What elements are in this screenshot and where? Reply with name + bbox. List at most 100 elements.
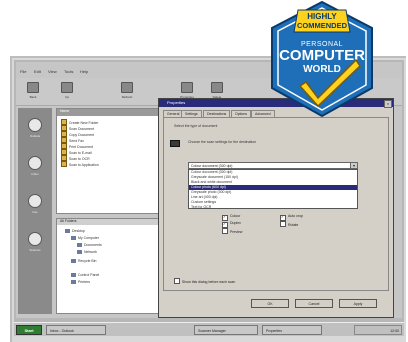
list-item[interactable]: Copy Document <box>61 131 94 137</box>
tree-item[interactable]: Control Panel <box>71 273 99 278</box>
checkbox-label: Preview <box>230 230 243 234</box>
network-icon <box>77 250 82 254</box>
list-item[interactable]: Create New Folder <box>61 119 98 125</box>
taskbar-item[interactable]: Scanner Manager <box>194 325 258 335</box>
computer-icon <box>71 236 76 240</box>
document-type-dropdown: Colour document (300 dpi) Greyscale docu… <box>188 169 358 209</box>
scene: File Edit View Tools Help Back Up Refres… <box>0 0 408 342</box>
shortcut-label: Inbox <box>31 172 39 176</box>
tree-item-label: Recycle Bin <box>78 259 97 263</box>
tree-item[interactable]: Network <box>77 250 97 255</box>
menu-tools[interactable]: Tools <box>64 69 73 74</box>
badge-line4: COMPUTER <box>279 47 365 64</box>
apply-button[interactable]: Apply <box>339 299 377 308</box>
inbox-icon <box>28 156 42 170</box>
menu-edit[interactable]: Edit <box>34 69 41 74</box>
checkbox-colour[interactable]: ✓ Colour <box>222 214 240 221</box>
type-label: Select the type of document <box>174 124 218 128</box>
checkbox-label: Rotate <box>288 223 299 227</box>
tree-item-label: Documents <box>84 243 102 247</box>
ok-button[interactable]: OK <box>251 299 289 308</box>
taskbar: Start Inbox - Outlook Scanner Manager Pr… <box>14 322 404 336</box>
item-list-pane: Name Create New Folder Scan Document Cop… <box>56 108 168 214</box>
recycle-bin-icon <box>71 259 76 263</box>
properties-dialog: Properties × General Settings Destinatio… <box>158 98 394 318</box>
tree-header: All Folders <box>57 219 167 225</box>
shortcut-outlook[interactable]: Outlook <box>24 116 46 146</box>
list-item[interactable]: Print Document <box>61 143 93 149</box>
checkbox-auto-crop[interactable]: ✓ Auto crop <box>280 214 303 221</box>
close-icon[interactable]: × <box>384 100 392 108</box>
toolbar-label: Back <box>29 95 37 99</box>
tree-item[interactable]: Recycle Bin <box>71 259 96 264</box>
back-icon <box>27 82 39 93</box>
list-item[interactable]: Scan to E-mail <box>61 149 92 155</box>
outlook-icon <box>28 118 42 132</box>
chevron-down-icon[interactable]: ▾ <box>350 163 357 168</box>
printer-icon <box>71 280 76 284</box>
badge-line1: HIGHLY <box>307 12 337 21</box>
properties-icon <box>181 82 193 93</box>
control-panel-icon <box>71 273 76 277</box>
shortcut-scanner[interactable]: Scanner <box>24 230 46 260</box>
toolbar-label: Refresh <box>121 95 133 99</box>
document-type-select[interactable]: Colour document (300 dpi) ▾ <box>188 162 358 169</box>
toolbar-back-button[interactable]: Back <box>22 82 44 104</box>
checkbox-rotate[interactable]: Rotate <box>280 221 298 227</box>
delete-icon <box>211 82 223 93</box>
checkbox-preview[interactable]: Preview <box>222 228 242 234</box>
checkbox-duplex[interactable]: ✓ Duplex <box>222 221 241 228</box>
tab-panel: Select the type of document Choose the s… <box>163 117 389 291</box>
toolbar-refresh-button[interactable]: Refresh <box>116 82 138 104</box>
settings-hint: Choose the scan settings for the destina… <box>188 140 257 144</box>
tree-item[interactable]: Printers <box>71 280 90 285</box>
cancel-button[interactable]: Cancel <box>295 299 333 308</box>
toolbar-up-button[interactable]: Up <box>56 82 78 104</box>
checkbox-label: Duplex <box>230 221 241 225</box>
checkbox-icon <box>174 278 180 284</box>
checkbox-label: Auto crop <box>288 214 303 218</box>
checkbox-label: Show this dialog before each scan <box>182 280 236 284</box>
shortcut-label: Outlook <box>29 134 41 138</box>
list-item[interactable]: Scan to OCR <box>61 155 90 161</box>
folder-icon <box>61 161 67 167</box>
badge-line2: COMMENDED <box>297 21 348 30</box>
toolbar-label: Up <box>65 95 69 99</box>
checkbox-icon <box>222 228 228 234</box>
tree-item-label: Network <box>84 250 97 254</box>
dropdown-option[interactable]: Text for OCR <box>189 205 357 210</box>
tab-settings[interactable]: Settings <box>181 110 202 117</box>
list-item[interactable]: Send Fax <box>61 137 84 143</box>
start-button[interactable]: Start <box>16 325 42 335</box>
shortcut-inbox[interactable]: Inbox <box>24 154 46 184</box>
select-value: Colour document (300 dpi) <box>191 164 233 168</box>
desktop-icon <box>65 229 70 233</box>
folder-icon <box>77 243 82 247</box>
tree-item[interactable]: Documents <box>77 243 102 248</box>
tab-destinations[interactable]: Destinations <box>203 110 231 117</box>
checkbox-show-dialog[interactable]: Show this dialog before each scan <box>174 278 235 284</box>
tree-item-label: Desktop <box>72 229 85 233</box>
system-tray-clock: 12:00 <box>354 325 402 335</box>
tree-item-label: Printers <box>78 280 91 284</box>
badge-line5: WORLD <box>303 64 341 75</box>
tab-options[interactable]: Options <box>231 110 252 117</box>
fax-icon <box>28 194 42 208</box>
tree-item-label: Control Panel <box>78 273 100 277</box>
taskbar-item[interactable]: Properties <box>262 325 322 335</box>
award-badge: HIGHLY COMMENDED PERSONAL COMPUTER WORLD <box>271 0 373 118</box>
checkbox-label: Colour <box>230 214 241 218</box>
list-header[interactable]: Name <box>57 109 167 116</box>
list-item[interactable]: Scan to Application <box>61 161 99 167</box>
menu-help[interactable]: Help <box>80 69 88 74</box>
scanner-device-icon <box>170 140 180 147</box>
shortcut-fax[interactable]: Fax <box>24 192 46 222</box>
tree-item[interactable]: Desktop <box>65 229 85 234</box>
tree-item[interactable]: My Computer <box>71 236 99 241</box>
list-item-label: Scan to Application <box>69 163 99 167</box>
folder-tree-pane: All Folders Desktop My Computer Document… <box>56 218 168 314</box>
menu-file[interactable]: File <box>20 69 26 74</box>
taskbar-item[interactable]: Inbox - Outlook <box>46 325 106 335</box>
menu-view[interactable]: View <box>48 69 57 74</box>
list-item[interactable]: Scan Document <box>61 125 94 131</box>
